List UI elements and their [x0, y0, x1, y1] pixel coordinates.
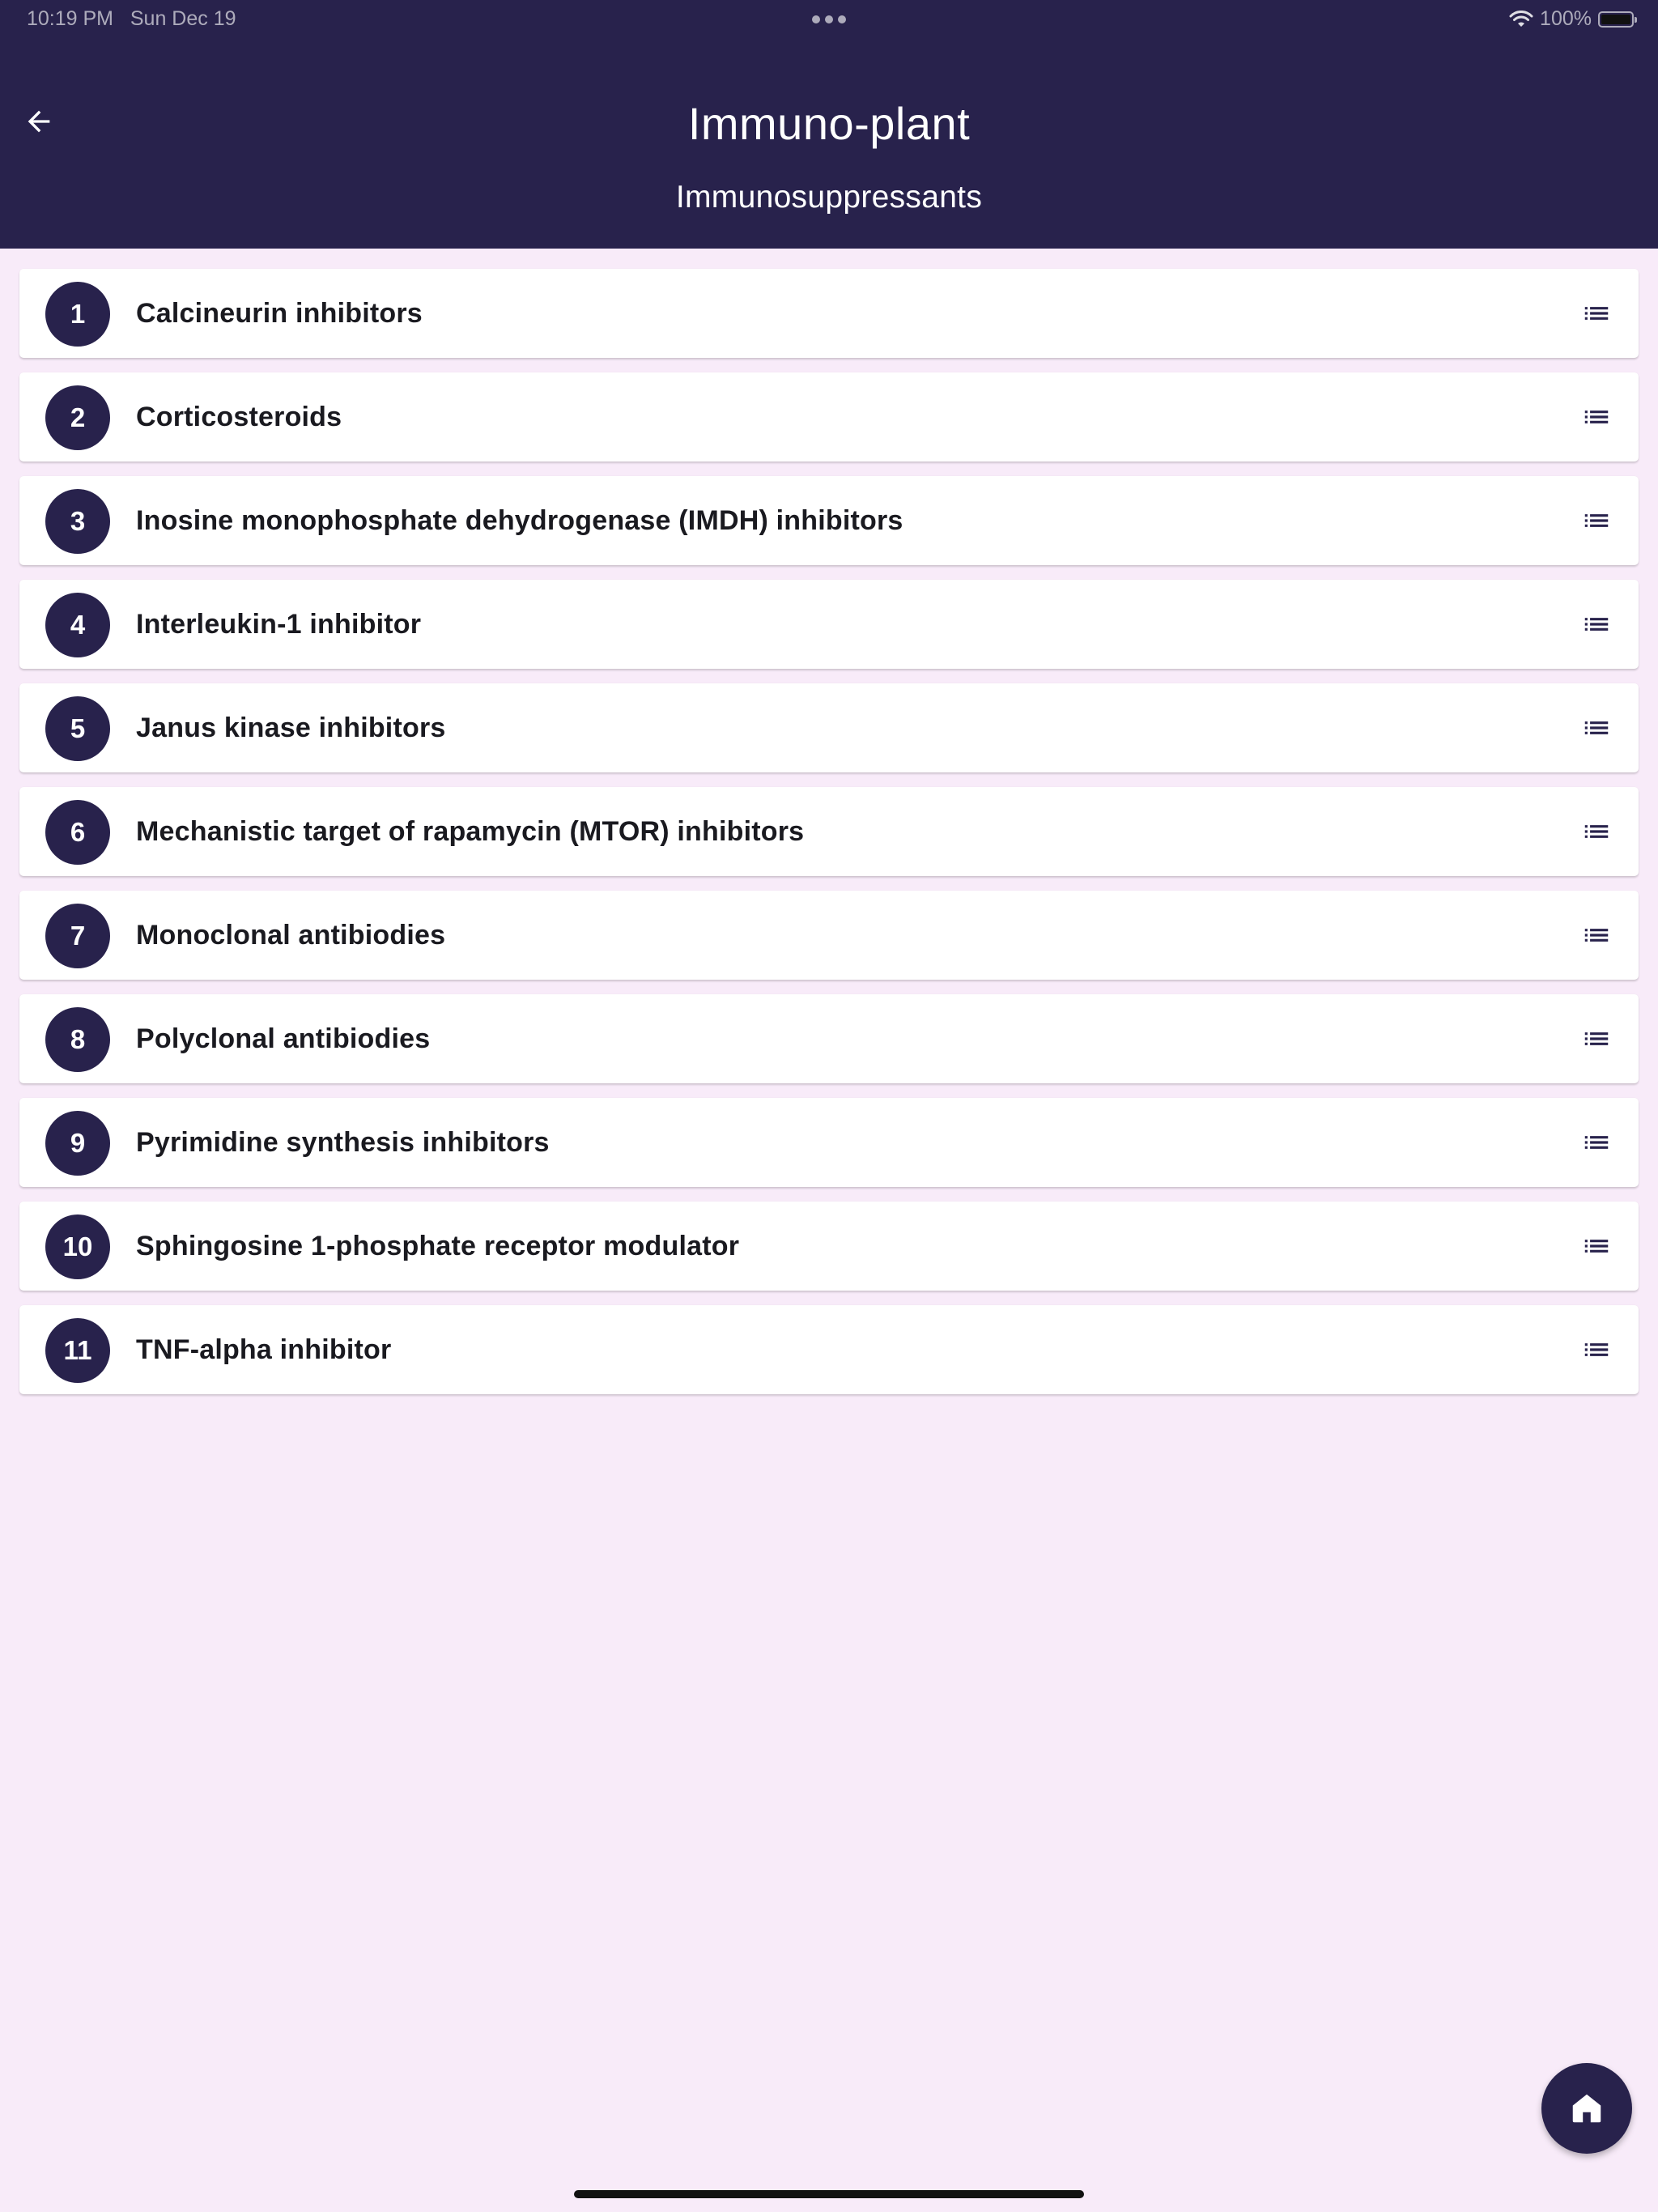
list-item[interactable]: 7 Monoclonal antibiodies: [19, 891, 1639, 980]
status-date-text: Sun Dec 19: [130, 7, 236, 30]
battery-percent: 100%: [1540, 7, 1592, 30]
list-item[interactable]: 3 Inosine monophosphate dehydrogenase (IM…: [19, 476, 1639, 565]
list-icon[interactable]: [1580, 1023, 1613, 1055]
item-number-badge: 6: [45, 800, 110, 865]
item-label: Janus kinase inhibitors: [136, 713, 446, 743]
list-icon[interactable]: [1580, 712, 1613, 744]
item-label: Corticosteroids: [136, 402, 342, 432]
item-label: Polyclonal antibiodies: [136, 1023, 431, 1054]
item-number-badge: 7: [45, 904, 110, 968]
item-number-badge: 10: [45, 1214, 110, 1279]
item-label: Inosine monophosphate dehydrogenase (IMD…: [136, 505, 903, 536]
home-icon: [1572, 2094, 1601, 2123]
list-icon[interactable]: [1580, 1126, 1613, 1159]
item-label: Sphingosine 1-phosphate receptor modulat…: [136, 1231, 740, 1261]
item-number-badge: 3: [45, 489, 110, 554]
item-number-badge: 4: [45, 593, 110, 657]
drug-class-list: 1 Calcineurin inhibitors 2 Corticosteroids 3…: [19, 269, 1639, 1409]
item-label: Interleukin-1 inhibitor: [136, 609, 422, 640]
item-label: Monoclonal antibiodies: [136, 920, 446, 951]
page-title: Immuno-plant: [687, 98, 971, 149]
wifi-icon: [1509, 10, 1533, 27]
app-header: 10:19 PM Sun Dec 19 100% Immuno-plant Im…: [0, 0, 1658, 249]
list-icon[interactable]: [1580, 297, 1613, 330]
item-label: Pyrimidine synthesis inhibitors: [136, 1127, 550, 1158]
list-icon[interactable]: [1580, 1230, 1613, 1262]
item-label: Calcineurin inhibitors: [136, 298, 423, 329]
status-bar: 10:19 PM Sun Dec 19 100%: [0, 0, 1658, 39]
list-item[interactable]: 1 Calcineurin inhibitors: [19, 269, 1639, 358]
list-item[interactable]: 6 Mechanistic target of rapamycin (MTOR) …: [19, 787, 1639, 876]
status-time: 10:19 PM Sun Dec 19: [27, 7, 236, 31]
list-item[interactable]: 10 Sphingosine 1-phosphate receptor modul…: [19, 1202, 1639, 1291]
item-number-badge: 9: [45, 1111, 110, 1176]
home-button[interactable]: [1541, 2063, 1632, 2154]
list-icon[interactable]: [1580, 504, 1613, 537]
status-time-text: 10:19 PM: [27, 7, 114, 30]
list-item[interactable]: 5 Janus kinase inhibitors: [19, 683, 1639, 772]
item-number-badge: 2: [45, 385, 110, 450]
item-number-badge: 1: [45, 282, 110, 347]
list-icon[interactable]: [1580, 815, 1613, 848]
item-label: TNF-alpha inhibitor: [136, 1334, 392, 1365]
page-subtitle: Immunosuppressants: [675, 180, 983, 215]
list-icon[interactable]: [1580, 1334, 1613, 1366]
list-item[interactable]: 2 Corticosteroids: [19, 372, 1639, 462]
home-indicator[interactable]: [574, 2190, 1084, 2198]
list-item[interactable]: 8 Polyclonal antibiodies: [19, 994, 1639, 1083]
list-item[interactable]: 4 Interleukin-1 inhibitor: [19, 580, 1639, 669]
list-icon[interactable]: [1580, 608, 1613, 640]
item-number-badge: 8: [45, 1007, 110, 1072]
item-number-badge: 5: [45, 696, 110, 761]
item-label: Mechanistic target of rapamycin (MTOR) i…: [136, 816, 805, 847]
list-item[interactable]: 9 Pyrimidine synthesis inhibitors: [19, 1098, 1639, 1187]
list-icon[interactable]: [1580, 919, 1613, 951]
multitask-dots-icon[interactable]: [810, 5, 848, 32]
item-number-badge: 11: [45, 1318, 110, 1383]
battery-icon: [1598, 11, 1637, 28]
list-icon[interactable]: [1580, 401, 1613, 433]
status-right: 100%: [1509, 7, 1637, 31]
list-item[interactable]: 11 TNF-alpha inhibitor: [19, 1305, 1639, 1394]
